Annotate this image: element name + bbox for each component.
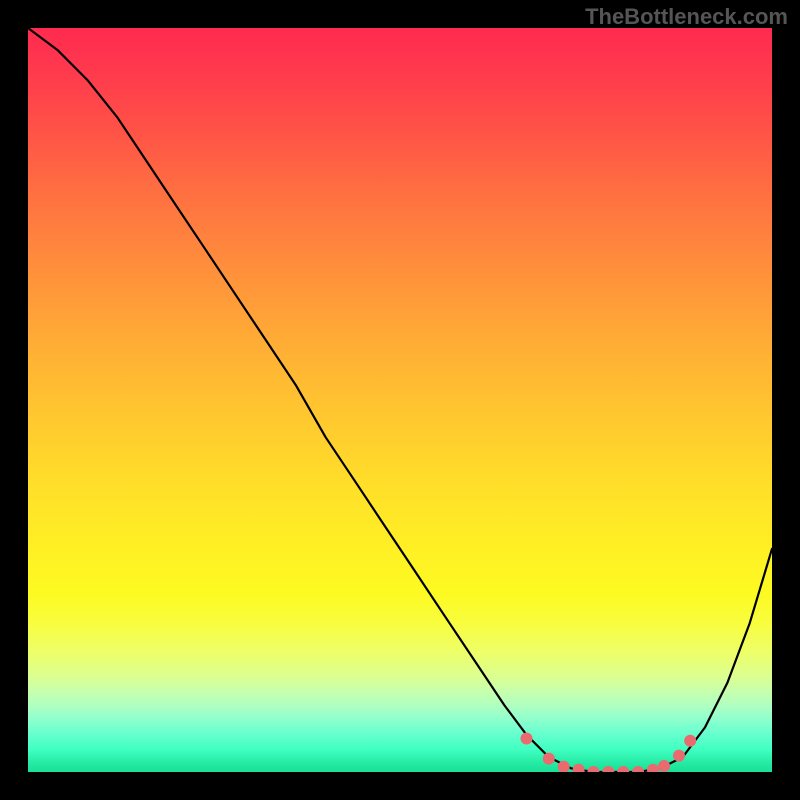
flat-region-dot bbox=[647, 764, 659, 772]
flat-region-dot bbox=[632, 766, 644, 772]
flat-region-dot bbox=[521, 733, 533, 745]
flat-region-dot bbox=[617, 766, 629, 772]
bottleneck-curve-line bbox=[28, 28, 772, 772]
flat-region-dot bbox=[573, 764, 585, 772]
flat-region-dot bbox=[602, 766, 614, 772]
flat-region-dot bbox=[684, 735, 696, 747]
flat-region-dots-group bbox=[521, 733, 697, 773]
flat-region-dot bbox=[673, 750, 685, 762]
flat-region-dot bbox=[587, 766, 599, 772]
chart-plot-area bbox=[28, 28, 772, 772]
watermark-text: TheBottleneck.com bbox=[585, 4, 788, 30]
flat-region-dot bbox=[543, 753, 555, 765]
flat-region-dot bbox=[658, 760, 670, 772]
chart-svg bbox=[28, 28, 772, 772]
